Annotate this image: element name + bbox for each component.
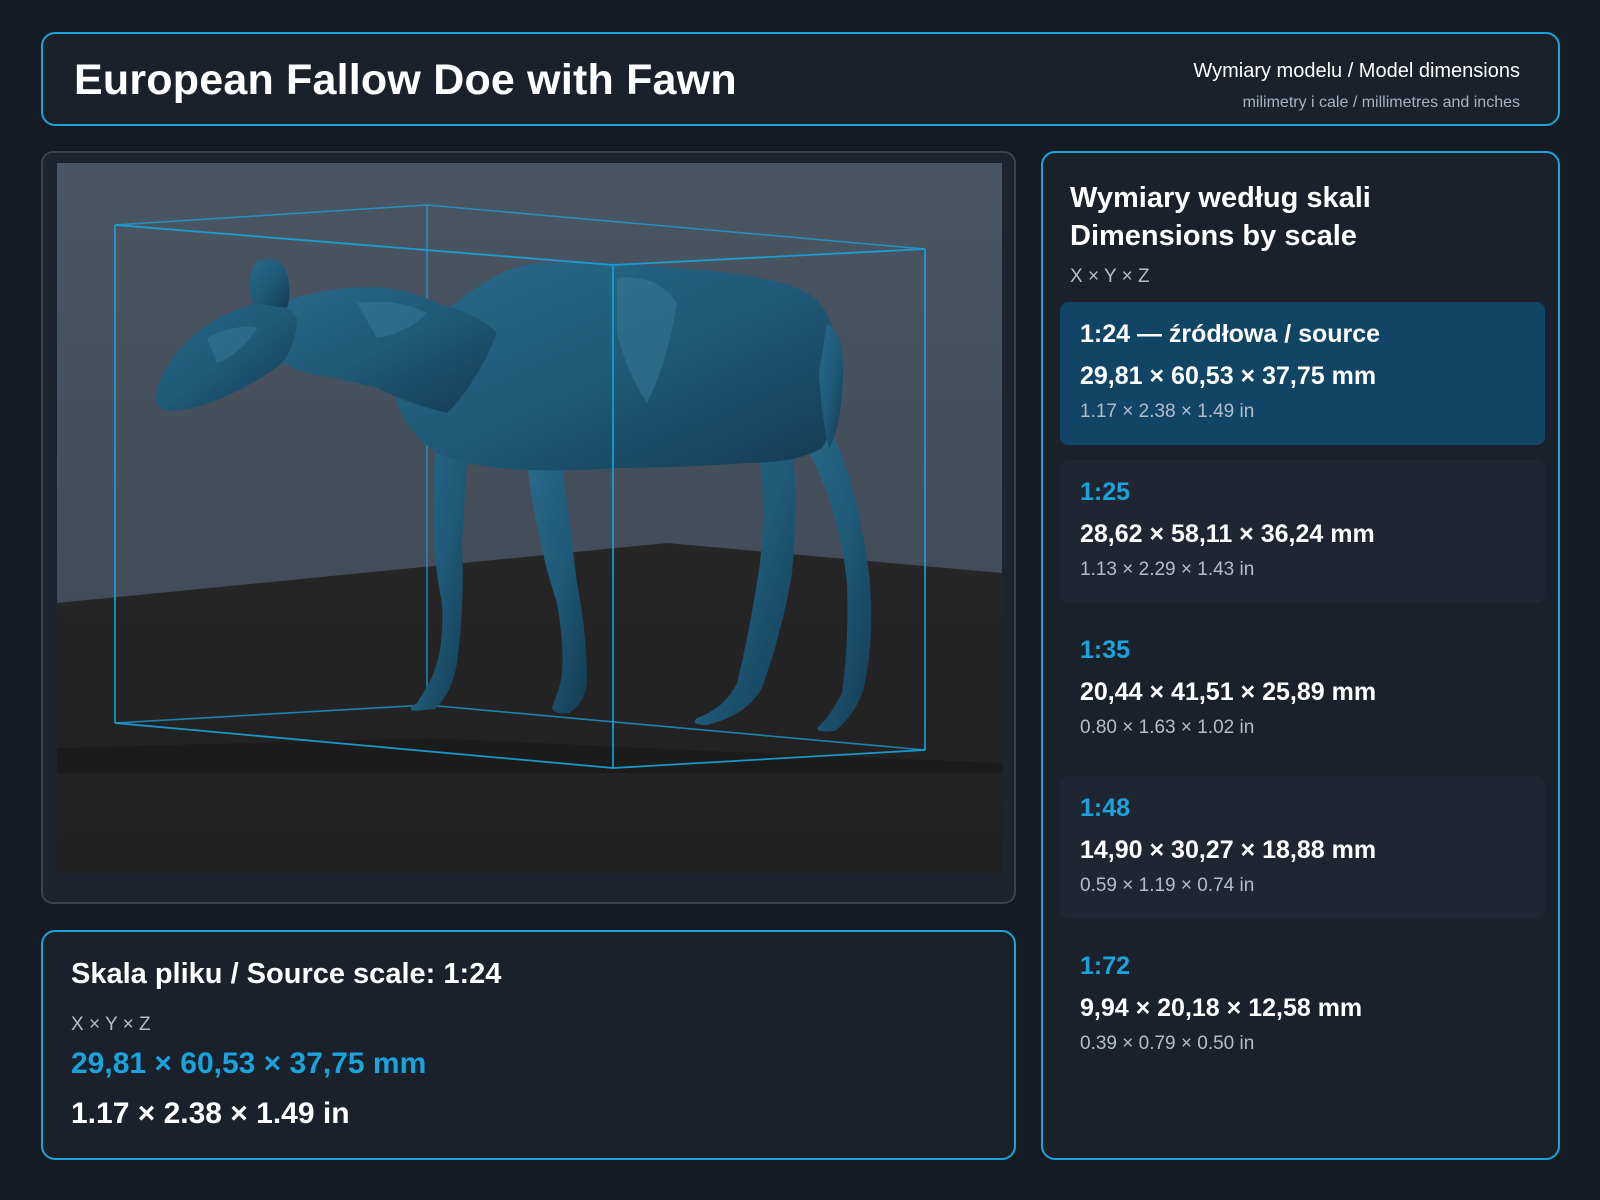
scale-item-1-48[interactable]: 1:48 14,90 × 30,27 × 18,88 mm 0.59 × 1.1… (1060, 776, 1545, 919)
header-panel: European Fallow Doe with Fawn Wymiary mo… (41, 32, 1560, 126)
scales-title-en: Dimensions by scale (1070, 220, 1357, 252)
scales-panel-title: Wymiary według skali Dimensions by scale (1070, 179, 1371, 255)
scale-item-1-24[interactable]: 1:24 — źródłowa / source 29,81 × 60,53 ×… (1060, 302, 1545, 445)
scale-item-in: 0.39 × 0.79 × 0.50 in (1080, 1033, 1255, 1054)
scale-item-mm: 28,62 × 58,11 × 36,24 mm (1080, 520, 1375, 548)
scale-item-in: 1.17 × 2.38 × 1.49 in (1080, 401, 1255, 422)
source-scale-title: Skala pliku / Source scale: 1:24 (71, 958, 502, 990)
model-viewport[interactable] (57, 163, 1002, 873)
scale-item-label: 1:72 (1080, 952, 1131, 980)
scale-item-in: 0.59 × 1.19 × 0.74 in (1080, 875, 1255, 896)
source-axis-label: X × Y × Z (71, 1014, 151, 1035)
scale-item-1-35[interactable]: 1:35 20,44 × 41,51 × 25,89 mm 0.80 × 1.6… (1060, 618, 1545, 761)
scales-panel: Wymiary według skali Dimensions by scale… (1041, 151, 1560, 1160)
scale-item-in: 0.80 × 1.63 × 1.02 in (1080, 717, 1255, 738)
source-scale-card: Skala pliku / Source scale: 1:24 X × Y ×… (41, 930, 1016, 1160)
source-dimensions-mm: 29,81 × 60,53 × 37,75 mm (71, 1047, 427, 1080)
render-scene (57, 163, 1002, 873)
scales-axis-label: X × Y × Z (1070, 266, 1150, 287)
header-units-note: milimetry i cale / millimetres and inche… (1242, 94, 1520, 111)
scale-item-label: 1:48 (1080, 794, 1131, 822)
scale-item-mm: 9,94 × 20,18 × 12,58 mm (1080, 994, 1363, 1022)
scale-item-1-25[interactable]: 1:25 28,62 × 58,11 × 36,24 mm 1.13 × 2.2… (1060, 460, 1545, 603)
scale-item-1-72[interactable]: 1:72 9,94 × 20,18 × 12,58 mm 0.39 × 0.79… (1060, 934, 1545, 1077)
scale-item-mm: 14,90 × 30,27 × 18,88 mm (1080, 836, 1377, 864)
source-dimensions-in: 1.17 × 2.38 × 1.49 in (71, 1097, 350, 1130)
page-title: European Fallow Doe with Fawn (74, 56, 737, 104)
header-subtitle: Wymiary modelu / Model dimensions (1193, 60, 1520, 82)
scale-item-mm: 20,44 × 41,51 × 25,89 mm (1080, 678, 1377, 706)
scale-item-label: 1:24 — źródłowa / source (1080, 320, 1381, 348)
scale-item-label: 1:25 (1080, 478, 1131, 506)
scales-title-pl: Wymiary według skali (1070, 182, 1371, 214)
scale-item-mm: 29,81 × 60,53 × 37,75 mm (1080, 362, 1377, 390)
scale-item-in: 1.13 × 2.29 × 1.43 in (1080, 559, 1255, 580)
scale-item-label: 1:35 (1080, 636, 1131, 664)
model-viewer-panel (41, 151, 1016, 904)
